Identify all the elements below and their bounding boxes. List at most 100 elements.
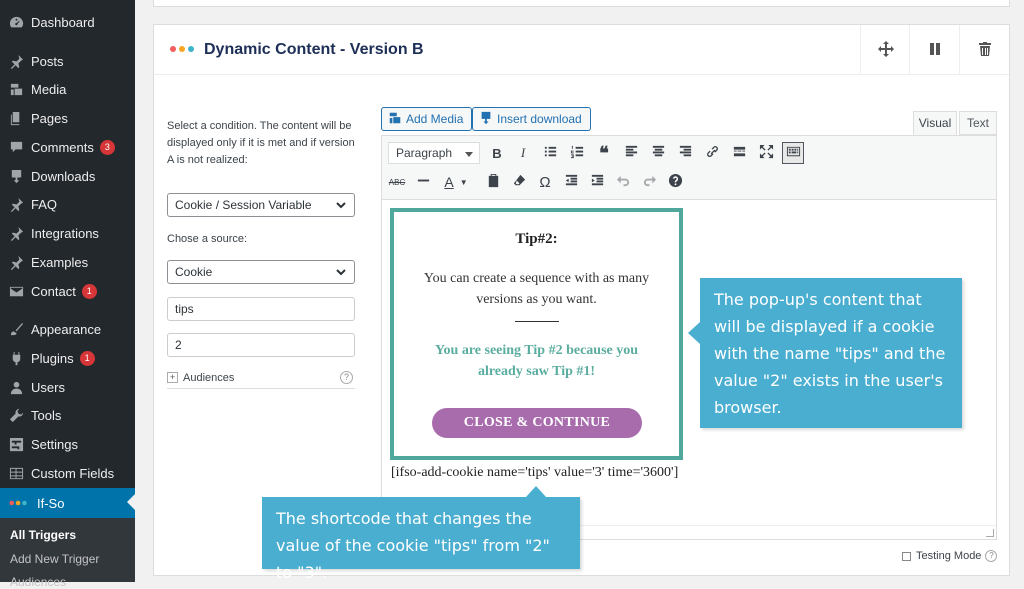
sidebar-item-dashboard[interactable]: Dashboard bbox=[0, 8, 135, 36]
move-button[interactable] bbox=[860, 25, 910, 75]
special-character-button[interactable]: Ω bbox=[534, 171, 556, 193]
pause-button[interactable] bbox=[909, 25, 959, 75]
align-left-button[interactable] bbox=[620, 142, 642, 164]
sidebar-item-media[interactable]: Media bbox=[0, 75, 135, 103]
sidebar-item-custom-fields[interactable]: Custom Fields bbox=[0, 459, 135, 487]
clipboard-icon bbox=[486, 173, 501, 191]
pause-icon bbox=[927, 41, 943, 60]
strikethrough-icon: ABC bbox=[388, 177, 406, 187]
testing-mode-checkbox[interactable] bbox=[902, 551, 911, 561]
read-more-button[interactable] bbox=[728, 142, 750, 164]
bold-icon: B bbox=[492, 145, 502, 161]
testing-mode-label: Testing Mode bbox=[916, 550, 982, 562]
submenu-audiences[interactable]: Audiences bbox=[10, 575, 66, 589]
ifso-logo-icon bbox=[8, 495, 30, 511]
sidebar-item-if-so[interactable]: If-So bbox=[0, 488, 135, 518]
previous-version-card bbox=[153, 0, 1010, 7]
wrench-icon bbox=[8, 407, 24, 423]
clear-formatting-button[interactable] bbox=[508, 171, 530, 193]
tab-visual[interactable]: Visual bbox=[913, 111, 957, 135]
align-left-icon bbox=[624, 144, 639, 162]
outdent-button[interactable] bbox=[560, 171, 582, 193]
align-center-button[interactable] bbox=[647, 142, 669, 164]
chevron-down-icon bbox=[335, 199, 347, 211]
popup-title: Tip#2: bbox=[515, 231, 558, 247]
audiences-label: Audiences bbox=[183, 371, 235, 384]
blockquote-button[interactable]: ❝ bbox=[593, 142, 615, 164]
dashboard-icon bbox=[8, 14, 24, 30]
add-media-button[interactable]: Add Media bbox=[381, 107, 473, 131]
bullet-list-button[interactable] bbox=[539, 142, 561, 164]
indent-button[interactable] bbox=[586, 171, 608, 193]
read-more-icon bbox=[732, 144, 747, 162]
sidebar-item-tools[interactable]: Tools bbox=[0, 401, 135, 429]
text-color-button[interactable]: A ▼ bbox=[438, 171, 474, 193]
comment-icon bbox=[8, 139, 24, 155]
shortcode-text: [ifso-add-cookie name='tips' value='3' t… bbox=[391, 465, 679, 480]
condition-type-select[interactable]: Cookie / Session Variable bbox=[167, 193, 355, 217]
testing-mode-toggle[interactable]: Testing Mode ? bbox=[902, 550, 998, 562]
fullscreen-button[interactable] bbox=[755, 142, 777, 164]
italic-icon: I bbox=[520, 145, 526, 160]
outdent-icon bbox=[564, 173, 579, 191]
link-icon bbox=[705, 144, 720, 162]
audiences-toggle[interactable]: + Audiences ? bbox=[167, 367, 355, 389]
source-select[interactable]: Cookie bbox=[167, 260, 355, 284]
toolbar-toggle-button[interactable] bbox=[782, 142, 804, 164]
cookie-name-input[interactable]: tips bbox=[167, 297, 355, 321]
sidebar-item-examples[interactable]: Examples bbox=[0, 248, 135, 276]
bullet-list-icon bbox=[543, 144, 558, 162]
expand-plus-icon: + bbox=[167, 372, 178, 383]
popup-note-text: You are seeing Tip #2 because you alread… bbox=[434, 343, 639, 379]
submenu-all-triggers[interactable]: All Triggers bbox=[10, 528, 76, 542]
numbered-list-button[interactable] bbox=[566, 142, 588, 164]
pages-icon bbox=[8, 110, 24, 126]
paste-text-button[interactable] bbox=[482, 171, 504, 193]
sidebar-item-settings[interactable]: Settings bbox=[0, 430, 135, 458]
italic-button[interactable]: I bbox=[512, 142, 534, 164]
admin-sidebar: Dashboard Posts Media Pages Comments 3 D… bbox=[0, 0, 135, 589]
strikethrough-button[interactable]: ABC bbox=[386, 171, 408, 193]
redo-button[interactable] bbox=[638, 171, 660, 193]
popup-body-text: You can create a sequence with as many v… bbox=[423, 271, 650, 307]
sidebar-item-downloads[interactable]: Downloads bbox=[0, 162, 135, 190]
version-header: Dynamic Content - Version B bbox=[154, 25, 1009, 75]
undo-button[interactable] bbox=[612, 171, 634, 193]
sidebar-item-comments[interactable]: Comments 3 bbox=[0, 133, 135, 161]
text-color-icon: A bbox=[444, 174, 454, 190]
fullscreen-icon bbox=[759, 144, 774, 162]
horizontal-line-button[interactable] bbox=[412, 171, 434, 193]
sidebar-item-plugins[interactable]: Plugins 1 bbox=[0, 344, 135, 372]
omega-icon: Ω bbox=[539, 173, 551, 191]
sidebar-item-integrations[interactable]: Integrations bbox=[0, 219, 135, 247]
help-icon[interactable]: ? bbox=[340, 371, 353, 384]
resize-handle-icon[interactable] bbox=[986, 529, 994, 537]
sidebar-item-pages[interactable]: Pages bbox=[0, 104, 135, 132]
sidebar-item-contact[interactable]: Contact 1 bbox=[0, 277, 135, 305]
ifso-dots-icon bbox=[170, 46, 194, 52]
insert-download-button[interactable]: Insert download bbox=[472, 107, 591, 131]
caret-down-icon: ▼ bbox=[459, 177, 468, 187]
sidebar-item-appearance[interactable]: Appearance bbox=[0, 315, 135, 343]
align-right-button[interactable] bbox=[674, 142, 696, 164]
help-icon[interactable]: ? bbox=[985, 550, 998, 562]
dot-red bbox=[170, 46, 176, 52]
close-continue-button[interactable]: CLOSE & CONTINUE bbox=[432, 408, 642, 438]
cookie-value-input[interactable]: 2 bbox=[167, 333, 355, 357]
delete-button[interactable] bbox=[959, 25, 1009, 75]
comments-count-badge: 3 bbox=[99, 139, 115, 155]
editor-toolbar: Paragraph B I ❝ ABC A ▼ Ω bbox=[382, 136, 996, 200]
link-button[interactable] bbox=[701, 142, 723, 164]
keyboard-shortcuts-button[interactable] bbox=[664, 171, 686, 193]
format-select[interactable]: Paragraph bbox=[388, 142, 480, 164]
sidebar-item-faq[interactable]: FAQ bbox=[0, 190, 135, 218]
sidebar-item-users[interactable]: Users bbox=[0, 373, 135, 401]
sidebar-item-posts[interactable]: Posts bbox=[0, 47, 135, 75]
download-icon bbox=[8, 168, 24, 184]
bold-button[interactable]: B bbox=[486, 142, 508, 164]
tab-text[interactable]: Text bbox=[959, 111, 997, 135]
popup-preview: Tip#2: You can create a sequence with as… bbox=[390, 208, 683, 460]
numbered-list-icon bbox=[570, 144, 585, 162]
submenu-add-new-trigger[interactable]: Add New Trigger bbox=[10, 552, 99, 566]
plug-icon bbox=[8, 350, 24, 366]
